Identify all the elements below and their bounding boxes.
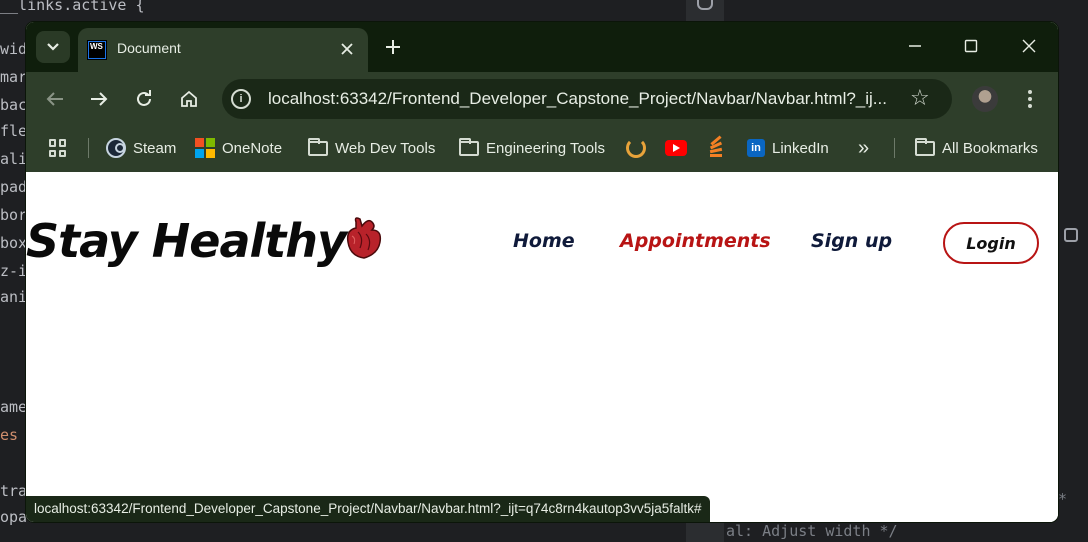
- bookmark-label: Steam: [133, 139, 177, 157]
- stackoverflow-icon: [707, 135, 725, 158]
- code-line: z-i: [0, 262, 28, 280]
- minimize-icon: [909, 45, 921, 47]
- bookmark-web-dev-tools[interactable]: Web Dev Tools: [308, 136, 435, 160]
- nav-home-link[interactable]: Home: [513, 230, 575, 252]
- forward-icon: [91, 92, 108, 106]
- divider: [894, 138, 895, 158]
- close-icon: [341, 43, 353, 55]
- new-tab-button[interactable]: [380, 34, 406, 60]
- bookmark-steam[interactable]: Steam: [106, 136, 176, 160]
- browser-window: WS Document i localhost:63342/Frontend_D…: [26, 22, 1058, 522]
- all-bookmarks-button[interactable]: All Bookmarks: [915, 136, 1038, 160]
- copy-icon[interactable]: [1064, 228, 1078, 242]
- folder-icon: [459, 137, 479, 156]
- anatomical-heart-icon: [346, 217, 382, 259]
- bookmark-ring[interactable]: [626, 136, 646, 160]
- bookmark-engineering-tools[interactable]: Engineering Tools: [459, 136, 605, 160]
- status-bar-url: localhost:63342/Frontend_Developer_Capst…: [26, 496, 710, 522]
- code-line: wid: [0, 40, 28, 58]
- overflow-chevron-icon: »: [858, 136, 870, 159]
- plus-icon: [386, 40, 400, 54]
- folder-icon: [915, 137, 935, 156]
- bookmarks-overflow-button[interactable]: »: [858, 136, 869, 160]
- home-icon: [181, 90, 197, 107]
- nav-signup-link[interactable]: Sign up: [811, 230, 892, 252]
- tab-title: Document: [117, 40, 181, 56]
- forward-button[interactable]: [85, 85, 113, 113]
- reload-button[interactable]: [130, 85, 158, 113]
- maximize-icon: [964, 39, 978, 53]
- bookmark-youtube[interactable]: [665, 136, 687, 160]
- apps-icon[interactable]: [49, 139, 67, 157]
- bookmark-label: Web Dev Tools: [335, 139, 436, 157]
- tab-close-button[interactable]: [336, 38, 358, 60]
- navigation-toolbar: i localhost:63342/Frontend_Developer_Cap…: [26, 72, 1058, 124]
- microsoft-icon: [195, 138, 215, 158]
- code-line: pad: [0, 178, 28, 196]
- browser-tab[interactable]: WS Document: [78, 28, 368, 72]
- address-bar[interactable]: i localhost:63342/Frontend_Developer_Cap…: [222, 79, 952, 119]
- home-button[interactable]: [175, 85, 203, 113]
- bookmark-onenote[interactable]: OneNote: [195, 136, 282, 160]
- profile-avatar[interactable]: [972, 86, 998, 112]
- code-comment: al: Adjust width */: [726, 522, 898, 540]
- bookmarks-bar: Steam OneNote Web Dev Tools Engineering …: [26, 124, 1058, 172]
- youtube-icon: [665, 140, 687, 156]
- tab-search-button[interactable]: [36, 31, 70, 63]
- menu-icon[interactable]: [1022, 85, 1038, 113]
- url-text[interactable]: localhost:63342/Frontend_Developer_Capst…: [268, 89, 898, 109]
- back-icon: [46, 92, 63, 106]
- loading-ring-icon: [626, 138, 646, 158]
- bookmark-label: OneNote: [222, 139, 283, 157]
- code-line: ani: [0, 288, 28, 306]
- bookmark-label: Engineering Tools: [486, 139, 605, 157]
- folder-icon: [308, 137, 328, 156]
- chevron-down-icon: [47, 43, 59, 51]
- bookmark-stackoverflow[interactable]: [707, 135, 725, 160]
- close-window-button[interactable]: [1014, 32, 1044, 60]
- close-icon: [1022, 39, 1036, 53]
- webstorm-icon: WS: [87, 40, 107, 60]
- code-line: box: [0, 234, 28, 252]
- linkedin-icon: in: [747, 139, 765, 157]
- code-line: ame: [0, 398, 28, 416]
- site-info-icon[interactable]: i: [231, 89, 251, 109]
- web-page: Stay Healthy Home Appointments Sign up L…: [26, 172, 1058, 522]
- code-line: __links.active {: [0, 0, 145, 14]
- code-line: bor: [0, 206, 28, 224]
- code-line: ali: [0, 150, 28, 168]
- reload-icon: [137, 90, 151, 106]
- title-bar: WS Document: [26, 22, 1058, 72]
- code-line: mar: [0, 68, 28, 86]
- site-logo[interactable]: Stay Healthy: [26, 214, 347, 268]
- code-line: opa: [0, 508, 28, 526]
- steam-icon: [106, 138, 126, 158]
- bookmark-label: LinkedIn: [772, 139, 829, 157]
- code-line: bac: [0, 96, 28, 114]
- star-icon[interactable]: ☆: [910, 86, 930, 111]
- nav-appointments-link[interactable]: Appointments: [620, 230, 771, 252]
- bookmark-linkedin[interactable]: in LinkedIn: [747, 136, 829, 160]
- login-button[interactable]: Login: [943, 222, 1039, 264]
- code-line: tra: [0, 482, 28, 500]
- back-button[interactable]: [41, 85, 69, 113]
- maximize-button[interactable]: [956, 32, 986, 60]
- favicon-text: WS: [89, 42, 105, 58]
- code-line: fle: [0, 122, 28, 140]
- minimize-button[interactable]: [900, 32, 930, 60]
- code-line: es: [0, 426, 19, 444]
- database-icon[interactable]: [697, 0, 713, 10]
- divider: [88, 138, 89, 158]
- bookmark-label: All Bookmarks: [942, 139, 1038, 157]
